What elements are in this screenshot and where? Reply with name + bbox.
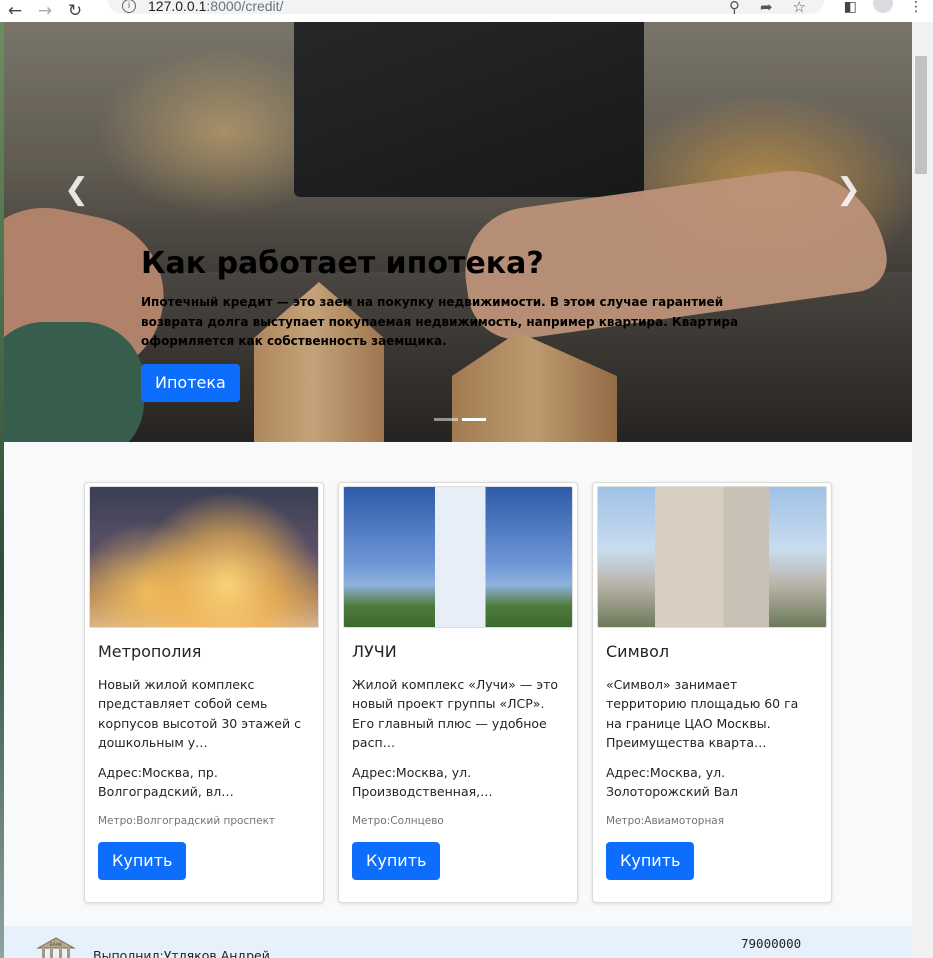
property-address: Адрес:Москва, пр. Волгоградский, вл… (98, 764, 234, 800)
carousel-indicator-1[interactable] (434, 418, 458, 421)
buy-button[interactable]: Купить (98, 842, 187, 881)
site-info-icon[interactable]: i (122, 0, 136, 13)
property-description: Новый жилой комплекс представляет собой … (98, 677, 301, 751)
property-image (343, 486, 573, 628)
property-metro: Метро:Авиамоторная (606, 815, 725, 828)
carousel-caption: Как работает ипотека? Ипотечный кредит —… (141, 246, 761, 402)
property-title: Символ (606, 642, 670, 661)
property-description: «Символ» занимает территорию площадью 60… (606, 677, 799, 751)
property-image (597, 486, 827, 628)
bank-logo-icon: БАНК (36, 937, 76, 958)
menu-kebab-icon[interactable]: ⋮ (909, 0, 923, 15)
bookmark-star-icon[interactable]: ☆ (793, 0, 806, 16)
carousel-indicators (434, 418, 486, 421)
url-text: 127.0.0.1:8000/credit/ (148, 0, 284, 14)
back-icon[interactable]: ← (0, 0, 30, 22)
carousel-indicator-2[interactable] (462, 418, 486, 421)
property-card-simvol: Символ «Символ» занимает территорию площ… (592, 482, 832, 904)
page-viewport: ❮ ❯ Как работает ипотека? Ипотечный кред… (4, 22, 912, 958)
property-title: ЛУЧИ (352, 642, 397, 661)
footer-author: Выполнил:Утляков Андрей (93, 948, 270, 958)
address-bar[interactable]: i 127.0.0.1:8000/credit/ ⚲ ➦ ☆ (108, 0, 824, 16)
footer-phone: 79000000 (741, 936, 802, 951)
side-panel-icon[interactable]: ◧ (844, 0, 857, 15)
property-title: Метрополия (98, 642, 202, 661)
property-image (89, 486, 319, 628)
carousel-next-icon[interactable]: ❯ (836, 172, 861, 207)
share-icon[interactable]: ➦ (760, 0, 773, 16)
carousel-prev-icon[interactable]: ❮ (64, 172, 89, 207)
zoom-icon[interactable]: ⚲ (729, 0, 740, 16)
carousel-title: Как работает ипотека? (141, 246, 544, 281)
property-card-luchi: ЛУЧИ Жилой комплекс «Лучи» — это новый п… (338, 482, 578, 904)
mortgage-button[interactable]: Ипотека (141, 363, 240, 402)
page-scrollbar[interactable] (912, 22, 933, 958)
footer: БАНК Выполнил:Утляков Андрей 79000000 (4, 926, 912, 958)
property-description: Жилой комплекс «Лучи» — это новый проект… (352, 677, 559, 751)
forward-icon[interactable]: → (30, 0, 60, 22)
carousel-text: Ипотечный кредит — это заем на покупку н… (141, 295, 739, 348)
property-address: Адрес:Москва, ул. Золоторожский Вал (606, 764, 738, 800)
buy-button[interactable]: Купить (352, 842, 441, 881)
property-address: Адрес:Москва, ул. Производственная,… (352, 764, 493, 800)
profile-avatar[interactable] (873, 0, 893, 13)
property-cards: Метрополия Новый жилой комплекс представ… (84, 482, 832, 904)
property-metro: Метро:Волгоградский проспект (98, 815, 276, 828)
scrollbar-thumb[interactable] (915, 56, 927, 174)
buy-button[interactable]: Купить (606, 842, 695, 881)
browser-toolbar: ← → ↻ i 127.0.0.1:8000/credit/ ⚲ ➦ ☆ ◧ ⋮ (0, 0, 933, 22)
bank-logo-text: БАНК (50, 942, 64, 948)
property-metro: Метро:Солнцево (352, 815, 444, 828)
reload-icon[interactable]: ↻ (60, 0, 90, 22)
property-card-metropoliya: Метрополия Новый жилой комплекс представ… (84, 482, 324, 904)
mortgage-carousel: ❮ ❯ Как работает ипотека? Ипотечный кред… (4, 22, 912, 442)
